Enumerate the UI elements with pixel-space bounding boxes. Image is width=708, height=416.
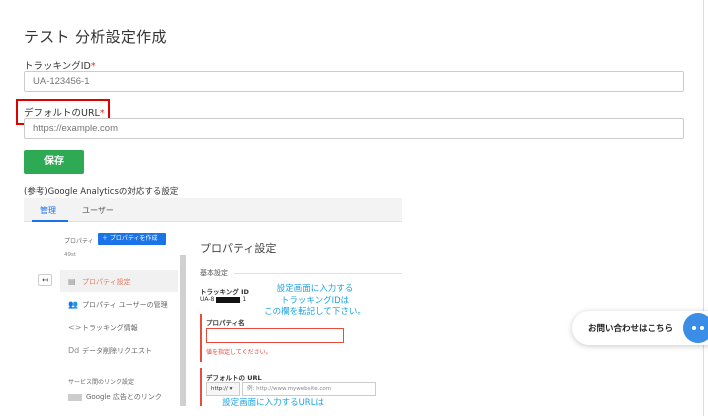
annotation-url: 設定画面に入力するURLは: [222, 398, 324, 408]
data-deletion-icon: Dd: [68, 346, 80, 355]
google-ads-icon: [68, 393, 82, 401]
page-title: テスト 分析設定作成: [24, 28, 167, 46]
basic-settings-label: 基本設定: [200, 269, 228, 277]
back-arrow-icon: ↤: [38, 274, 52, 286]
code-icon: <>: [68, 323, 82, 332]
default-url-label: デフォルトのURL*: [24, 108, 105, 119]
nav-section-label: サービス間のリンク設定: [68, 379, 135, 386]
reference-settings-title: プロパティ設定: [200, 242, 277, 255]
error-bar: [200, 368, 202, 406]
nav-item-property-settings: ▤ プロパティ設定: [68, 277, 131, 286]
reference-tracking-id-label: トラッキング ID: [200, 288, 249, 296]
basic-settings-divider: [234, 273, 402, 274]
reference-default-url-label: デフォルトの URL: [206, 374, 262, 382]
annotation-tracking-id: 設定画面に入力する トラッキングIDは この欄を転記して下さい。: [264, 284, 366, 317]
chat-icon: [683, 313, 708, 343]
save-button[interactable]: 保存: [24, 150, 84, 174]
protocol-select: http:// ▾: [206, 382, 240, 396]
property-name-label: プロパティ名: [206, 319, 245, 327]
property-name-input: [206, 328, 344, 343]
reference-tab-bar: 管理 ユーザー: [24, 198, 402, 222]
contact-button[interactable]: お問い合わせはこちら: [572, 311, 708, 345]
property-icon: ▤: [68, 277, 76, 286]
reference-caption: (参考)Google Analyticsの対応する設定: [24, 187, 179, 197]
default-url-input[interactable]: [24, 118, 684, 139]
property-id: 49st: [64, 252, 77, 258]
page-right-border: [703, 0, 704, 416]
page: テスト 分析設定作成 トラッキングID* デフォルトのURL* 保存 (参考)G…: [0, 0, 708, 416]
nav-item-google-ads-link: Google 広告とのリンク: [68, 392, 162, 402]
tab-admin: 管理: [40, 206, 56, 215]
tab-user: ユーザー: [82, 206, 114, 215]
create-property-button: ＋ プロパティを作成: [98, 233, 166, 245]
property-heading: プロパティ: [64, 238, 94, 245]
reference-left-panel: プロパティ ＋ プロパティを作成 49st ↤ ▤ プロパティ設定 👥 プロパティ …: [24, 222, 188, 406]
error-bar: [200, 314, 202, 362]
nav-item-tracking-info: <>トラッキング情報: [68, 323, 138, 332]
reference-scrollbar: [180, 255, 186, 406]
users-icon: 👥: [68, 300, 78, 309]
nav-item-property-users: 👥 プロパティ ユーザーの管理: [68, 300, 168, 309]
tracking-id-label: トラッキングID*: [24, 61, 96, 72]
property-name-error: 値を指定してください。: [206, 349, 272, 356]
contact-label: お問い合わせはこちら: [588, 324, 674, 334]
reference-url-input: 例: http://www.mywebsite.com: [242, 382, 376, 396]
redaction-mask: [216, 296, 241, 303]
nav-item-data-deletion: Dd データ削除リクエスト: [68, 346, 152, 355]
tracking-id-input[interactable]: [24, 71, 684, 92]
reference-tracking-id-value: UA-8 1: [200, 296, 247, 303]
